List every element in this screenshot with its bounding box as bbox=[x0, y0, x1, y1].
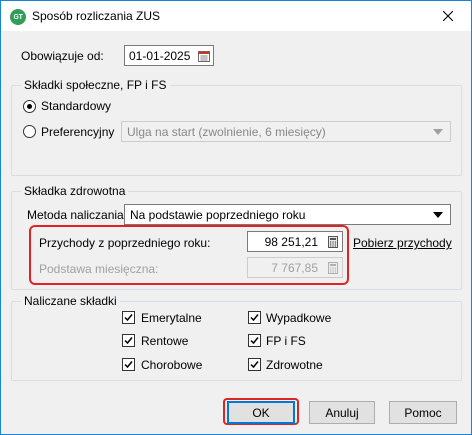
method-value: Na podstawie poprzedniego roku bbox=[130, 208, 306, 222]
standard-radio[interactable] bbox=[23, 100, 36, 113]
disability-checkbox[interactable] bbox=[122, 334, 135, 347]
calculator-icon[interactable] bbox=[327, 236, 339, 248]
accident-checkbox[interactable] bbox=[248, 311, 261, 324]
fetch-revenue-link[interactable]: Pobierz przychody bbox=[353, 236, 452, 250]
dialog-window: GT Sposób rozliczania ZUS Obowiązuje od:… bbox=[0, 0, 472, 435]
revenue-label: Przychody z poprzedniego roku: bbox=[39, 236, 211, 250]
method-select[interactable]: Na podstawie poprzedniego roku bbox=[124, 204, 451, 225]
monthly-base-field: 7 767,85 bbox=[247, 257, 343, 278]
checkmark-icon bbox=[250, 337, 259, 345]
method-label: Metoda naliczania bbox=[27, 208, 124, 222]
retirement-label[interactable]: Emerytalne bbox=[141, 311, 202, 325]
chevron-down-icon bbox=[433, 212, 443, 218]
sickness-checkbox[interactable] bbox=[122, 358, 135, 371]
app-icon: GT bbox=[10, 9, 26, 25]
title-bar: GT Sposób rozliczania ZUS bbox=[1, 1, 471, 31]
social-group-title: Składki społeczne, FP i FS bbox=[21, 78, 170, 92]
valid-from-label: Obowiązuje od: bbox=[21, 49, 104, 63]
preferential-type-select: Ulga na start (zwolnienie, 6 miesięcy) bbox=[121, 121, 451, 142]
accident-label[interactable]: Wypadkowe bbox=[266, 311, 331, 325]
valid-from-date-field[interactable]: 01-01-2025 bbox=[124, 45, 214, 66]
close-icon bbox=[443, 11, 453, 21]
checkmark-icon bbox=[250, 361, 259, 369]
checkmark-icon bbox=[250, 314, 259, 322]
preferential-radio[interactable] bbox=[23, 125, 36, 138]
checkmark-icon bbox=[124, 337, 133, 345]
close-button[interactable] bbox=[425, 1, 471, 31]
cancel-button[interactable]: Anuluj bbox=[309, 401, 375, 424]
health-checkbox[interactable] bbox=[248, 358, 261, 371]
window-title: Sposób rozliczania ZUS bbox=[32, 9, 161, 23]
retirement-checkbox[interactable] bbox=[122, 311, 135, 324]
calculated-contributions-group bbox=[11, 301, 462, 381]
disability-label[interactable]: Rentowe bbox=[141, 334, 188, 348]
fp-fs-label[interactable]: FP i FS bbox=[266, 334, 306, 348]
calculator-icon bbox=[328, 262, 338, 274]
preferential-type-value: Ulga na start (zwolnienie, 6 miesięcy) bbox=[127, 125, 326, 139]
valid-from-value: 01-01-2025 bbox=[129, 48, 191, 63]
contributions-group-title: Naliczane składki bbox=[21, 294, 120, 308]
monthly-base-value: 7 767,85 bbox=[271, 260, 318, 275]
ok-button[interactable]: OK bbox=[227, 401, 295, 424]
fp-fs-checkbox[interactable] bbox=[248, 334, 261, 347]
monthly-base-label: Podstawa miesięczna: bbox=[39, 262, 159, 276]
health-contribution-label[interactable]: Zdrowotne bbox=[266, 358, 323, 372]
revenue-field[interactable]: 98 251,21 bbox=[247, 231, 343, 252]
sickness-label[interactable]: Chorobowe bbox=[141, 358, 202, 372]
standard-radio-label[interactable]: Standardowy bbox=[41, 99, 111, 113]
checkmark-icon bbox=[124, 361, 133, 369]
health-group-title: Składka zdrowotna bbox=[21, 184, 129, 198]
checkmark-icon bbox=[124, 314, 133, 322]
calendar-icon[interactable] bbox=[198, 50, 210, 62]
help-button[interactable]: Pomoc bbox=[389, 401, 457, 424]
chevron-down-icon bbox=[433, 129, 443, 135]
revenue-value: 98 251,21 bbox=[264, 234, 318, 249]
preferential-radio-label[interactable]: Preferencyjny bbox=[41, 125, 114, 139]
